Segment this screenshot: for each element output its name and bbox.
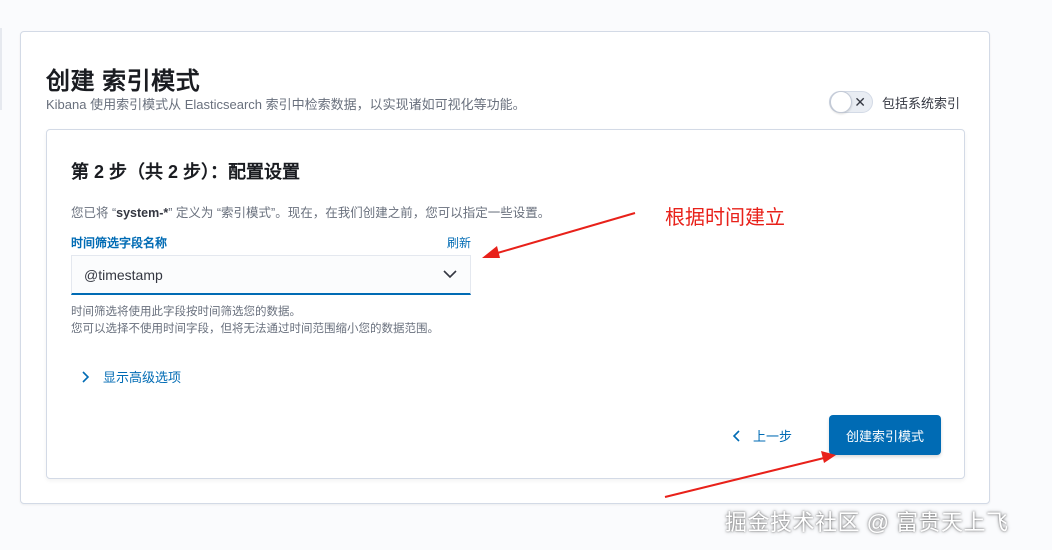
back-button-label: 上一步 bbox=[753, 429, 793, 444]
desc-prefix: 您已将 “ bbox=[71, 206, 117, 220]
chevron-right-icon bbox=[82, 370, 90, 383]
annotation-text: 根据时间建立 bbox=[665, 207, 785, 229]
include-system-label: 包括系统索引 bbox=[882, 95, 961, 111]
close-icon: ✕ bbox=[854, 94, 866, 110]
step-description: 您已将 “system-*” 定义为 “索引模式”。现在，在我们创建之前，您可以… bbox=[71, 202, 550, 221]
back-button[interactable]: 上一步 bbox=[731, 426, 792, 445]
time-field-select[interactable]: @timestamp bbox=[71, 255, 471, 295]
time-field-help: 时间筛选将使用此字段按时间筛选您的数据。 您可以选择不使用时间字段，但将无法通过… bbox=[71, 304, 439, 338]
step-card: 第 2 步（共 2 步）：配置设置 您已将 “system-*” 定义为 “索引… bbox=[46, 129, 965, 479]
watermark: 掘金技术社区 @ 富贵天上飞 bbox=[725, 510, 1009, 535]
page-subtitle: Kibana 使用索引模式从 Elasticsearch 索引中检索数据，以实现… bbox=[46, 97, 526, 112]
help-line-2: 您可以选择不使用时间字段，但将无法通过时间范围缩小您的数据范围。 bbox=[71, 323, 439, 335]
advanced-options-label: 显示高级选项 bbox=[103, 370, 182, 385]
chevron-left-icon bbox=[732, 429, 740, 442]
page-title: 创建 索引模式 bbox=[46, 68, 201, 95]
refresh-link[interactable]: 刷新 bbox=[447, 234, 471, 251]
create-index-pattern-button[interactable]: 创建索引模式 bbox=[829, 415, 941, 455]
time-field-label: 时间筛选字段名称 bbox=[71, 236, 168, 250]
chevron-down-icon bbox=[443, 270, 457, 279]
show-advanced-options[interactable]: 显示高级选项 bbox=[81, 367, 181, 386]
desc-suffix: ” 定义为 “索引模式”。现在，在我们创建之前，您可以指定一些设置。 bbox=[168, 206, 551, 220]
toggle-knob bbox=[830, 91, 852, 113]
time-field-value: @timestamp bbox=[84, 266, 163, 283]
index-pattern-name: system-* bbox=[116, 206, 169, 220]
help-line-1: 时间筛选将使用此字段按时间筛选您的数据。 bbox=[71, 306, 301, 318]
step-title: 第 2 步（共 2 步）：配置设置 bbox=[71, 162, 301, 182]
include-system-indices: ✕ 包括系统索引 bbox=[829, 91, 960, 113]
create-index-pattern-panel: 创建 索引模式 Kibana 使用索引模式从 Elasticsearch 索引中… bbox=[20, 31, 990, 504]
include-system-toggle[interactable]: ✕ bbox=[829, 91, 873, 113]
side-divider bbox=[0, 28, 2, 110]
